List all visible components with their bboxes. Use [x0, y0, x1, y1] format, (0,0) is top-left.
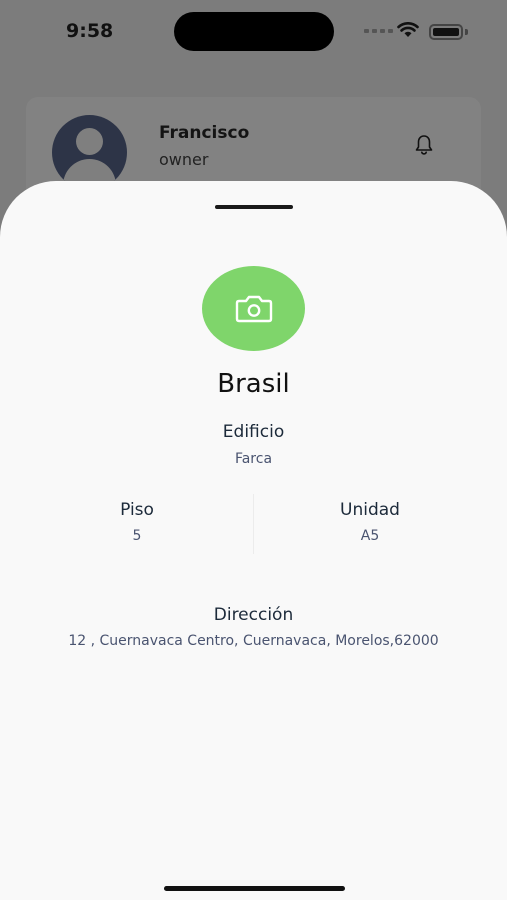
piso-value: 5 [132, 528, 142, 544]
property-title: Brasil [217, 369, 290, 399]
dynamic-island [174, 12, 334, 51]
direccion-value: 12 , Cuernavaca Centro, Cuernavaca, More… [68, 633, 439, 649]
wifi-icon [397, 22, 419, 37]
edificio-value: Farca [234, 451, 273, 467]
person-icon [76, 128, 103, 155]
battery-icon [429, 24, 463, 40]
add-photo-button[interactable] [202, 266, 305, 351]
sheet-grabber[interactable] [215, 205, 293, 209]
cellular-signal-icon [364, 29, 393, 33]
bell-icon[interactable] [412, 133, 436, 157]
status-time: 9:58 [66, 20, 114, 42]
edificio-label: Edificio [222, 422, 285, 442]
property-detail-sheet: Brasil Edificio Farca Piso 5 Unidad A5 D… [0, 181, 507, 900]
profile-name: Francisco [159, 123, 250, 143]
status-bar: 9:58 [0, 0, 507, 62]
battery-tip [465, 29, 468, 35]
home-indicator[interactable] [164, 886, 345, 891]
profile-role: owner [159, 150, 209, 169]
piso-label: Piso [120, 500, 154, 520]
unidad-value: A5 [360, 528, 380, 544]
camera-icon [235, 295, 272, 322]
direccion-label: Dirección [213, 605, 294, 625]
avatar[interactable] [52, 115, 127, 190]
unidad-label: Unidad [340, 500, 400, 520]
